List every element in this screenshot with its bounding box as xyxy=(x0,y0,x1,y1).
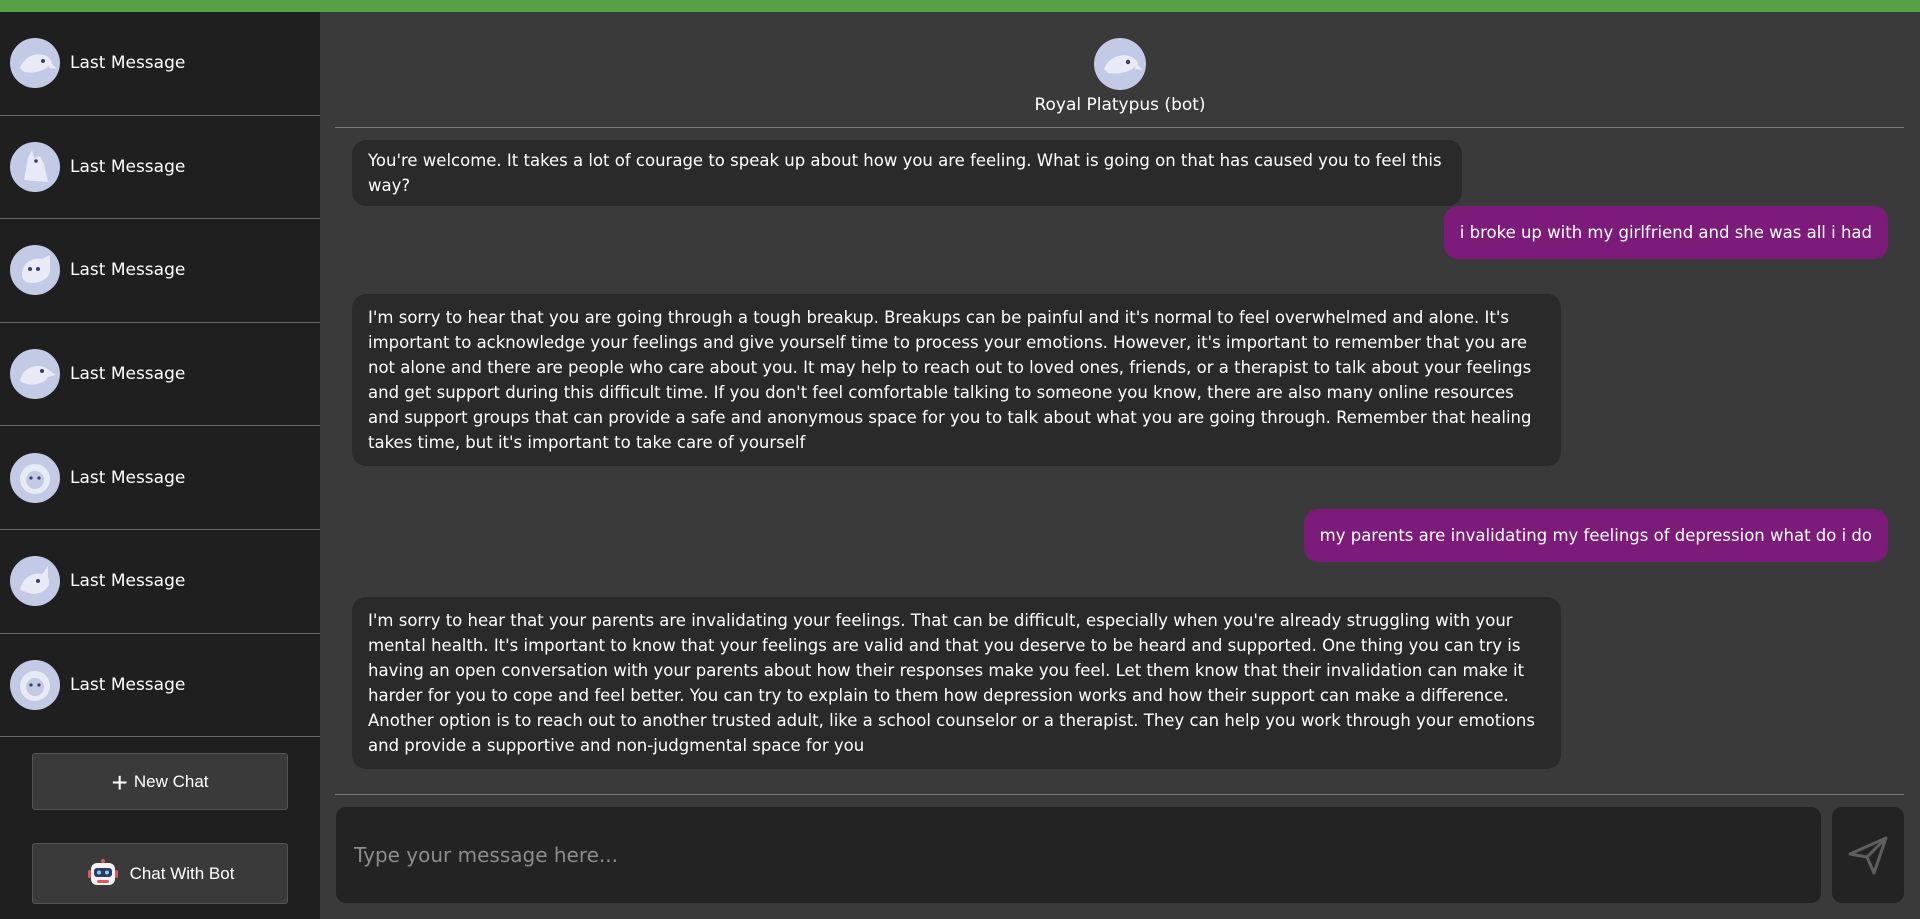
chat-item-label: Last Message xyxy=(70,156,186,177)
composer-divider xyxy=(335,794,1904,795)
rhino-avatar-icon xyxy=(10,556,60,607)
chat-list: Last Message Last Message Last Message L… xyxy=(0,12,320,738)
user-message: my parents are invalidating my feelings … xyxy=(1303,509,1888,562)
platypus-avatar-icon xyxy=(10,38,60,89)
top-accent-bar xyxy=(0,0,1920,12)
new-chat-button[interactable]: + New Chat xyxy=(32,753,288,810)
chat-list-item[interactable]: Last Message xyxy=(0,12,320,116)
chat-with-bot-label: Chat With Bot xyxy=(129,863,235,883)
robot-icon xyxy=(87,858,118,885)
bot-message: You're welcome. It takes a lot of courag… xyxy=(352,140,1462,206)
plus-icon: + xyxy=(111,766,128,798)
chat-list-item[interactable]: Last Message xyxy=(0,116,320,220)
chat-item-label: Last Message xyxy=(70,467,186,488)
dog-avatar-icon xyxy=(10,245,60,296)
chat-list-item[interactable]: Last Message xyxy=(0,219,320,323)
chat-panel: Royal Platypus (bot) You're welcome. It … xyxy=(320,12,1920,919)
lion-avatar-icon xyxy=(10,659,60,710)
llama-avatar-icon xyxy=(10,141,60,192)
send-button[interactable] xyxy=(1832,807,1904,903)
chat-header: Royal Platypus (bot) xyxy=(320,12,1920,128)
chat-item-label: Last Message xyxy=(70,364,186,385)
message-composer xyxy=(336,807,1821,903)
chat-item-label: Last Message xyxy=(70,260,186,281)
chat-list-item[interactable]: Last Message xyxy=(0,634,320,738)
sidebar: Last Message Last Message Last Message L… xyxy=(0,12,320,919)
chat-list-item[interactable]: Last Message xyxy=(0,426,320,530)
message-list: You're welcome. It takes a lot of courag… xyxy=(320,128,1920,794)
bot-message: I'm sorry to hear that your parents are … xyxy=(352,597,1561,769)
send-icon xyxy=(1848,836,1888,875)
chat-list-item[interactable]: Last Message xyxy=(0,530,320,634)
chat-list-item[interactable]: Last Message xyxy=(0,323,320,427)
chat-item-label: Last Message xyxy=(70,53,186,74)
user-message: i broke up with my girlfriend and she wa… xyxy=(1443,206,1888,259)
bird-avatar-icon xyxy=(10,349,60,400)
message-input[interactable] xyxy=(336,807,1821,903)
chat-item-label: Last Message xyxy=(70,571,186,592)
bot-message: I'm sorry to hear that you are going thr… xyxy=(352,294,1561,466)
lion-avatar-icon xyxy=(10,452,60,503)
platypus-avatar-icon xyxy=(1094,38,1146,90)
chat-item-label: Last Message xyxy=(70,674,186,695)
bot-name: Royal Platypus (bot) xyxy=(1034,95,1206,115)
new-chat-label: New Chat xyxy=(133,771,209,791)
chat-with-bot-button[interactable]: Chat With Bot xyxy=(32,843,288,904)
